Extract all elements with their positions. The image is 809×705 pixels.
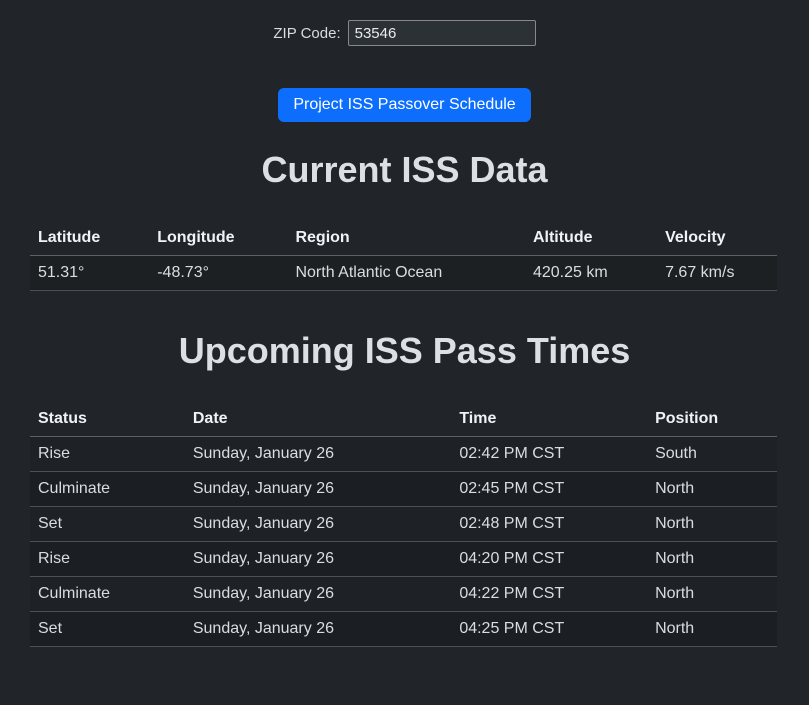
cell: North [647,542,777,577]
cell: Rise [30,437,185,472]
pass-times-table: StatusDateTimePosition RiseSunday, Janua… [30,402,777,647]
cell: North Atlantic Ocean [287,256,524,291]
zip-code-label: ZIP Code: [273,25,340,42]
column-header: Position [647,402,777,437]
cell: 04:25 PM CST [451,612,647,647]
column-header: Longitude [149,221,287,256]
current-iss-table: LatitudeLongitudeRegionAltitudeVelocity … [30,221,777,291]
header-row: StatusDateTimePosition [30,402,777,437]
cell: Sunday, January 26 [185,612,451,647]
table-row: CulminateSunday, January 2602:45 PM CSTN… [30,472,777,507]
cell: -48.73° [149,256,287,291]
zip-form: ZIP Code: [0,0,809,46]
cell: 420.25 km [525,256,657,291]
cell: 51.31° [30,256,149,291]
column-header: Latitude [30,221,149,256]
cell: 04:22 PM CST [451,577,647,612]
table-row: SetSunday, January 2604:25 PM CSTNorth [30,612,777,647]
cell: South [647,437,777,472]
table-row: SetSunday, January 2602:48 PM CSTNorth [30,507,777,542]
cell: 02:42 PM CST [451,437,647,472]
cell: 7.67 km/s [657,256,777,291]
column-header: Time [451,402,647,437]
cell: Set [30,612,185,647]
cell: Set [30,507,185,542]
project-iss-schedule-button[interactable]: Project ISS Passover Schedule [278,88,530,122]
table-row: RiseSunday, January 2604:20 PM CSTNorth [30,542,777,577]
cell: Rise [30,542,185,577]
button-row: Project ISS Passover Schedule [0,88,809,122]
cell: North [647,612,777,647]
cell: Sunday, January 26 [185,472,451,507]
table-row: 51.31°-48.73°North Atlantic Ocean420.25 … [30,256,777,291]
current-iss-data-title: Current ISS Data [0,148,809,191]
cell: Culminate [30,577,185,612]
upcoming-pass-times-title: Upcoming ISS Pass Times [0,329,809,372]
cell: Culminate [30,472,185,507]
header-row: LatitudeLongitudeRegionAltitudeVelocity [30,221,777,256]
cell: North [647,472,777,507]
column-header: Date [185,402,451,437]
column-header: Altitude [525,221,657,256]
table-row: CulminateSunday, January 2604:22 PM CSTN… [30,577,777,612]
cell: 02:45 PM CST [451,472,647,507]
cell: 02:48 PM CST [451,507,647,542]
cell: Sunday, January 26 [185,437,451,472]
cell: North [647,577,777,612]
cell: North [647,507,777,542]
zip-code-input[interactable] [348,20,536,46]
cell: 04:20 PM CST [451,542,647,577]
cell: Sunday, January 26 [185,542,451,577]
table-row: RiseSunday, January 2602:42 PM CSTSouth [30,437,777,472]
column-header: Region [287,221,524,256]
cell: Sunday, January 26 [185,507,451,542]
column-header: Velocity [657,221,777,256]
cell: Sunday, January 26 [185,577,451,612]
column-header: Status [30,402,185,437]
